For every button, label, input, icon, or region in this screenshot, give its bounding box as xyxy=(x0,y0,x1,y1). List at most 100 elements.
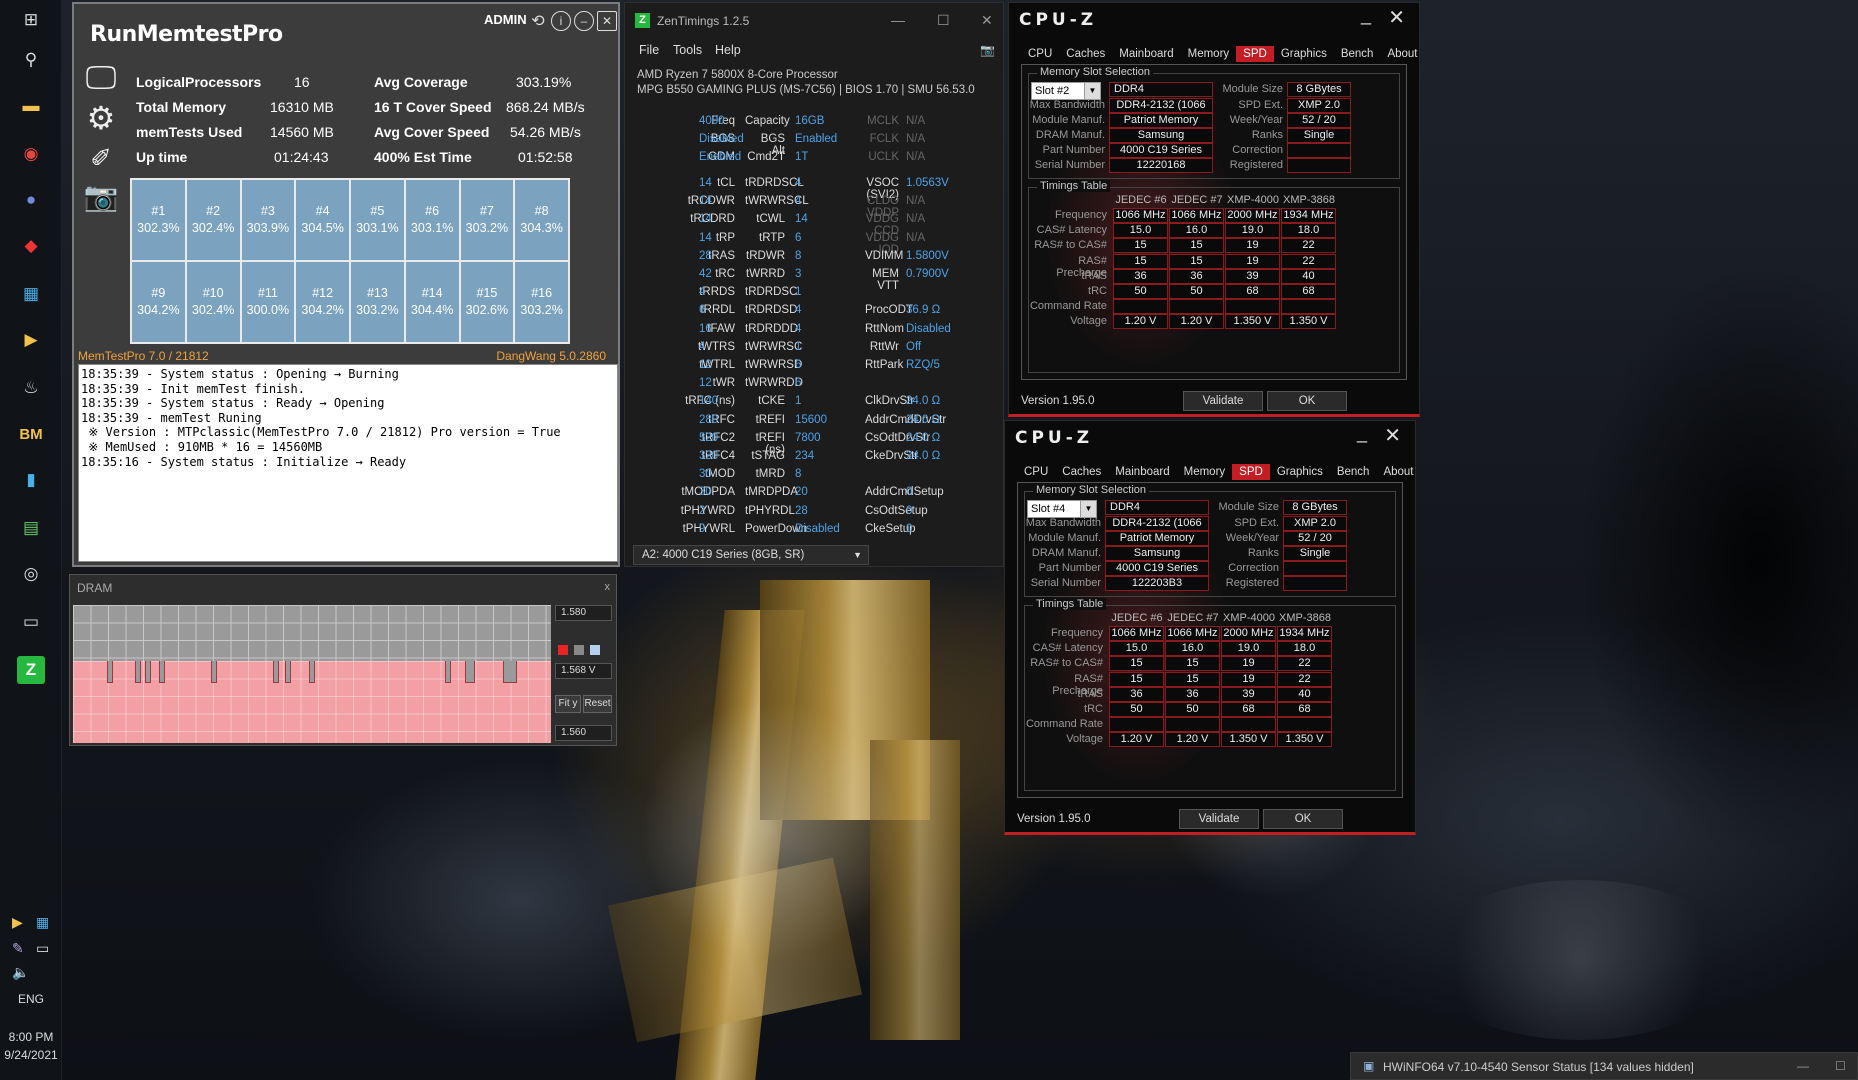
fit-y-button[interactable]: Fit y xyxy=(555,695,581,713)
menu-help[interactable]: Help xyxy=(715,43,741,57)
tray-network-icon[interactable]: ▭ xyxy=(36,940,49,957)
color-swatch-gray[interactable] xyxy=(574,645,584,655)
color-swatch-red[interactable] xyxy=(558,645,568,655)
close-icon[interactable]: ✕ xyxy=(1388,5,1405,30)
screenshot-icon[interactable]: 📷 xyxy=(980,43,995,57)
tab-graphics[interactable]: Graphics xyxy=(1274,46,1334,62)
chevron-down-icon: ▼ xyxy=(1080,501,1096,517)
language-indicator[interactable]: ENG xyxy=(0,992,62,1006)
media-player-icon[interactable]: ▶ xyxy=(17,326,45,354)
chevron-down-icon: ▼ xyxy=(853,550,862,560)
tray-volume-icon[interactable]: 🔈 xyxy=(12,964,29,981)
menu-file[interactable]: File xyxy=(639,43,659,57)
app-title: RunMemtestPro xyxy=(90,22,283,47)
tab-memory[interactable]: Memory xyxy=(1181,46,1237,62)
thread-coverage: 304.2% xyxy=(301,303,344,317)
ok-button[interactable]: OK xyxy=(1263,809,1343,829)
discord-icon[interactable]: ● xyxy=(17,186,45,214)
timing-label: tWRWRSD xyxy=(745,359,803,371)
maximize-icon[interactable]: ☐ xyxy=(937,12,950,29)
minimize-icon[interactable]: – xyxy=(574,11,594,31)
chevron-down-icon: ▼ xyxy=(1084,83,1100,99)
tab-graphics[interactable]: Graphics xyxy=(1270,464,1330,480)
timing-label: tRDRDSCL xyxy=(745,177,804,189)
tab-mainboard[interactable]: Mainboard xyxy=(1112,46,1180,62)
timing-value: 1.0563V xyxy=(906,177,949,189)
thread-coverage: 302.6% xyxy=(465,303,509,317)
chrome-icon[interactable]: ◉ xyxy=(17,140,45,168)
field-label: SPD Ext. xyxy=(1234,517,1279,529)
author-footer: DangWang 5.0.2860 xyxy=(496,349,606,363)
timing-value: 12 xyxy=(699,377,712,390)
validate-button[interactable]: Validate xyxy=(1179,809,1259,829)
tab-cpu[interactable]: CPU xyxy=(1021,46,1059,62)
slot-select[interactable]: Slot #4 ▼ xyxy=(1027,500,1097,518)
validate-button[interactable]: Validate xyxy=(1183,391,1263,411)
windows-start-icon[interactable]: ⊞ xyxy=(17,6,45,34)
steam-icon[interactable]: ♨ xyxy=(17,374,45,402)
terminal-icon[interactable]: ▭ xyxy=(17,608,45,636)
tab-about[interactable]: About xyxy=(1380,46,1424,62)
tab-spd[interactable]: SPD xyxy=(1236,46,1274,62)
tray-media-icon[interactable]: ▶ xyxy=(12,914,23,931)
timing-value: Disabled xyxy=(906,322,951,335)
msi-icon[interactable]: ◆ xyxy=(17,232,45,260)
tab-caches[interactable]: Caches xyxy=(1059,46,1112,62)
status-log[interactable]: 18:35:39 - System status : Opening → Bur… xyxy=(78,364,618,562)
field-label: Week/Year xyxy=(1229,114,1283,126)
menu-tools[interactable]: Tools xyxy=(673,43,702,57)
minimize-icon[interactable]: — xyxy=(891,12,905,28)
reset-button[interactable]: Reset xyxy=(583,695,612,713)
history-icon[interactable]: ⟲ xyxy=(528,11,548,31)
timing-value: N/A xyxy=(906,151,926,163)
clock-time[interactable]: 8:00 PM xyxy=(0,1030,62,1044)
monitor-icon[interactable]: 🖵 xyxy=(80,58,122,98)
minimize-icon[interactable]: _ xyxy=(1361,5,1371,26)
tray-pen-icon[interactable]: ✎ xyxy=(12,940,24,957)
zentimings-taskbar-icon[interactable]: Z xyxy=(17,656,45,684)
tab-mainboard[interactable]: Mainboard xyxy=(1108,464,1176,480)
clock-date[interactable]: 9/24/2021 xyxy=(0,1048,62,1062)
tab-bench[interactable]: Bench xyxy=(1330,464,1377,480)
benchmate-icon[interactable]: BM xyxy=(17,420,45,448)
timing-label: UCLK xyxy=(868,151,899,163)
close-icon[interactable]: ✕ xyxy=(1384,423,1401,448)
field-label: DRAM Manuf. xyxy=(1031,547,1101,559)
timing-cell: 18.0 xyxy=(1281,223,1336,239)
gpuz-icon[interactable]: ▮ xyxy=(17,466,45,494)
timing-cell: 19.0 xyxy=(1225,223,1280,239)
camera-icon[interactable]: 📷 xyxy=(80,176,122,216)
wallpaper-smoke xyxy=(1420,880,1740,1040)
minimize-icon[interactable]: — xyxy=(1797,1059,1809,1073)
thread-cell: #2 302.4% xyxy=(186,180,240,260)
tab-bench[interactable]: Bench xyxy=(1334,46,1381,62)
close-icon[interactable]: ✕ xyxy=(981,12,993,29)
ok-button[interactable]: OK xyxy=(1267,391,1347,411)
timing-cell: 36 xyxy=(1169,268,1224,284)
maximize-icon[interactable]: ☐ xyxy=(1835,1059,1846,1073)
close-icon[interactable]: x xyxy=(605,581,611,593)
gear-icon[interactable]: ⚙ xyxy=(80,98,122,138)
tab-memory[interactable]: Memory xyxy=(1177,464,1233,480)
tab-cpu[interactable]: CPU xyxy=(1017,464,1055,480)
tab-spd[interactable]: SPD xyxy=(1232,464,1270,480)
search-icon[interactable]: ⚲ xyxy=(17,46,45,74)
tab-about[interactable]: About xyxy=(1376,464,1420,480)
minimize-icon[interactable]: _ xyxy=(1357,423,1367,444)
cpuz-taskbar-icon[interactable]: ▦ xyxy=(17,280,45,308)
ram-icon[interactable]: ▤ xyxy=(17,514,45,542)
slot-select[interactable]: Slot #2 ▼ xyxy=(1031,82,1101,100)
tab-caches[interactable]: Caches xyxy=(1055,464,1108,480)
timing-value: 7800 xyxy=(795,431,821,444)
close-icon[interactable]: ✕ xyxy=(597,11,617,31)
hwinfo-sensor-window[interactable]: ▣ HWiNFO64 v7.10-4540 Sensor Status [134… xyxy=(1350,1052,1858,1080)
info-icon[interactable]: i xyxy=(551,11,571,31)
title-bar[interactable]: Z ZenTimings 1.2.5 — ☐ ✕ xyxy=(625,3,1003,37)
file-explorer-icon[interactable]: ▬ xyxy=(17,92,45,120)
clean-brush-icon[interactable]: ✐ xyxy=(80,138,122,178)
hwinfo-taskbar-icon[interactable]: ◎ xyxy=(17,560,45,588)
thread-id: #4 xyxy=(315,204,330,218)
tray-cpuz-icon[interactable]: ▦ xyxy=(36,914,49,931)
memory-module-select[interactable]: A2: 4000 C19 Series (8GB, SR) ▼ xyxy=(633,545,869,565)
color-swatch-blue[interactable] xyxy=(590,645,600,655)
